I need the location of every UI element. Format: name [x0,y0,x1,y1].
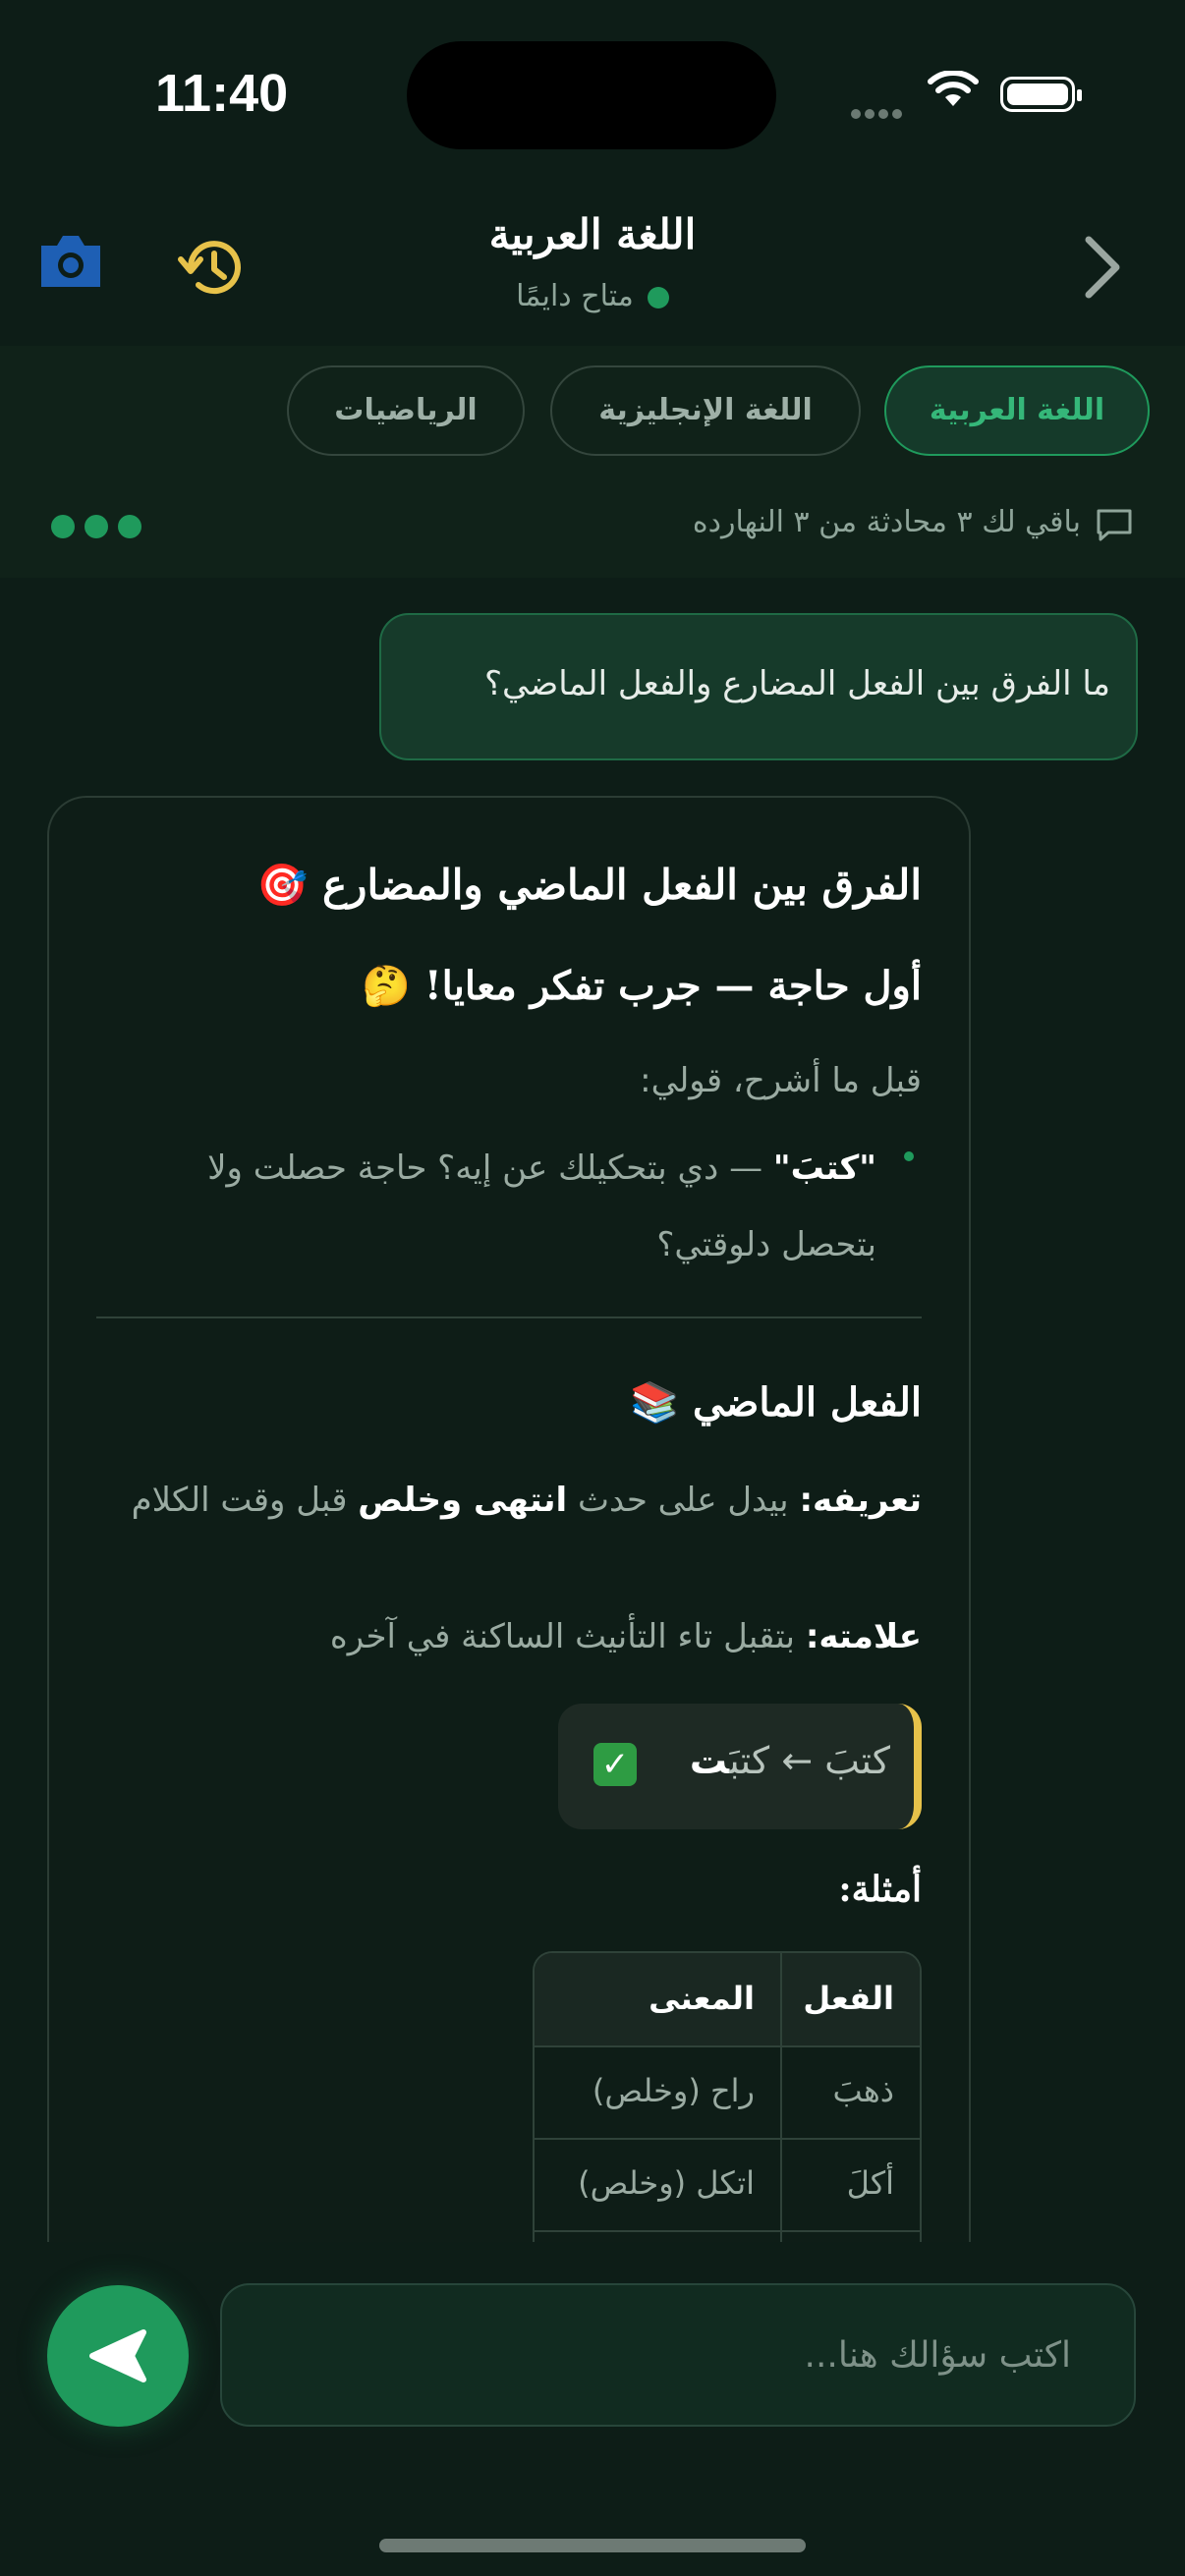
definition-label: تعريفه: [799,1481,922,1520]
table-header-meaning: المعنى [649,1980,755,2017]
table-cell-verb: ذهبَ [832,2072,894,2109]
definition-text-2: قبل وقت الكلام [131,1481,359,1520]
question-input[interactable] [220,2283,1136,2427]
table-row: ذهبَ راح (وخلص) [535,2045,920,2140]
answer-intro: قبل ما أشرح، قولي: [640,1061,922,1100]
tab-math[interactable]: الرياضيات [287,365,525,456]
tab-label: اللغة الإنجليزية [598,393,813,427]
tab-arabic[interactable]: اللغة العربية [884,365,1150,456]
definition-text-1: بيدل على حدث [567,1481,800,1520]
table-header-row: الفعل المعنى [535,1953,920,2047]
typing-indicator [51,515,151,542]
check-icon: ✓ [593,1743,637,1786]
page-title: اللغة العربية [488,210,697,258]
table-column-divider [780,1953,782,2246]
sign-label: علامته: [805,1617,922,1656]
definition: تعريفه: بيدل على حدث انتهى وخلص قبل وقت … [86,1462,922,1539]
online-status: متاح دايمًا [0,279,1185,313]
wifi-icon [928,71,979,106]
dynamic-island [407,41,776,149]
sign-text: بتقبل تاء التأنيث الساكنة في آخره [329,1617,806,1656]
callout-text: كتبَ ← كتبَت [690,1739,890,1782]
definition-bold: انتهى وخلص [358,1481,568,1520]
table-row: أكلَ اتكل (وخلص) [535,2138,920,2232]
bullet-bold: "كتبَ" [772,1148,876,1188]
examples-label: أمثلة: [838,1869,922,1910]
home-indicator [379,2539,806,2552]
online-status-label: متاح دايمًا [516,279,634,313]
send-icon [89,2329,146,2382]
table-header-verb: الفعل [803,1980,894,2017]
online-dot [647,286,669,308]
table-cell-meaning: اتكل (وخلص) [578,2164,755,2202]
chevron-right-icon[interactable] [1077,232,1128,303]
send-button[interactable] [47,2285,189,2427]
divider [96,1316,922,1318]
callout-bold: ت [689,1739,730,1782]
table-cell-meaning: راح (وخلص) [592,2072,755,2109]
answer-subheading: أول حاجة — جرب تفكر معايا! 🤔 [362,963,922,1009]
battery-icon [1000,77,1082,112]
bullet-dot [904,1151,914,1161]
user-message-text: ما الفرق بين الفعل المضارع والفعل الماضي… [484,664,1110,703]
examples-table: الفعل المعنى ذهبَ راح (وخلص) أكلَ اتكل (… [533,1951,922,2246]
callout-from: كتبَ ← كتبَ [729,1739,890,1782]
tab-label: اللغة العربية [929,393,1105,427]
signal-icon [851,104,906,119]
tab-label: الرياضيات [334,393,478,427]
section-title: الفعل الماضي 📚 [630,1379,922,1426]
chat-bubble-icon [1097,509,1132,541]
status-time: 11:40 [155,64,289,123]
answer-heading: الفرق بين الفعل الماضي والمضارع 🎯 [256,861,922,909]
bullet-item: "كتبَ" — دي بتحكيلك عن إيه؟ حاجة حصلت ول… [130,1130,876,1283]
sign: علامته: بتقبل تاء التأنيث الساكنة في آخر… [330,1617,922,1656]
tab-english[interactable]: اللغة الإنجليزية [550,365,861,456]
table-cell-verb: أكلَ [846,2164,894,2202]
quota-text: باقي لك ٣ محادثة من ٣ النهارده [692,505,1081,539]
